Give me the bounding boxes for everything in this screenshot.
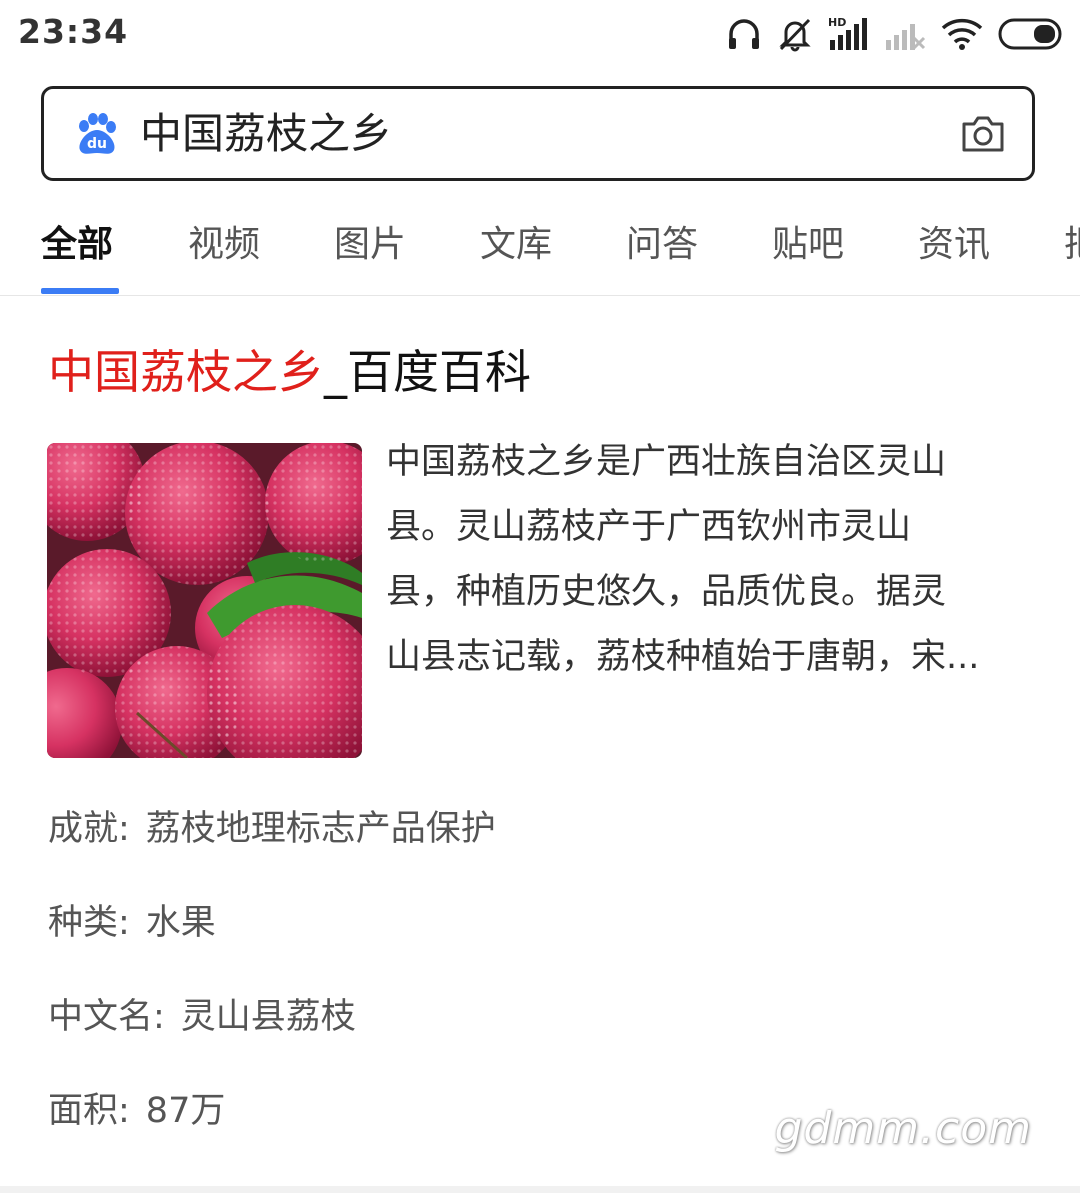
tab-news[interactable]: 资讯 (918, 222, 990, 268)
info-row-category: 种类: 水果 (48, 900, 216, 946)
summary-line: 县，种植历史悠久，品质优良。据灵 (386, 572, 947, 612)
result-title-link[interactable]: 中国荔枝之乡_百度百科 (48, 342, 531, 402)
camera-icon[interactable] (960, 114, 1006, 158)
tab-qa[interactable]: 问答 (626, 222, 698, 268)
section-divider (0, 1186, 1080, 1193)
watermark: gdmm.com (774, 1103, 1032, 1154)
tab-wenku[interactable]: 文库 (480, 222, 552, 268)
info-row-chinese-name: 中文名: 灵山县荔枝 (48, 994, 356, 1040)
weak-signal-icon (884, 16, 926, 52)
tab-bar: 全部 视频 图片 文库 问答 贴吧 资讯 把 (0, 200, 1080, 296)
summary-line: 中国荔枝之乡是广西壮族自治区灵山 (386, 442, 947, 482)
tab-all[interactable]: 全部 (41, 222, 113, 268)
summary-line: 县。灵山荔枝产于广西钦州市灵山 (386, 507, 912, 547)
info-label: 中文名: (48, 997, 165, 1037)
tab-more[interactable]: 把 (1064, 222, 1080, 268)
status-bar: 23:34 HD (0, 0, 1080, 70)
mute-icon (776, 16, 814, 52)
result-summary: 中国荔枝之乡是广西壮族自治区灵山 县。灵山荔枝产于广西钦州市灵山 县，种植历史悠… (386, 430, 1036, 690)
info-value: 水果 (145, 903, 216, 943)
tab-tieba[interactable]: 贴吧 (772, 222, 844, 268)
info-label: 成就: (48, 809, 130, 849)
baidu-paw-icon: du (74, 113, 120, 161)
result-title-highlight: 中国荔枝之乡 (48, 345, 324, 399)
status-icons: HD (726, 14, 1064, 54)
info-row-area: 面积: 87万 (48, 1088, 225, 1134)
lychee-thumbnail-image[interactable] (47, 443, 362, 758)
summary-line: 山县志记载，荔枝种植始于唐朝，宋... (386, 637, 980, 677)
active-tab-indicator (41, 288, 119, 294)
info-row-achievement: 成就: 荔枝地理标志产品保护 (48, 806, 496, 852)
wifi-icon (940, 16, 984, 52)
hd-signal-icon: HD (828, 16, 870, 52)
search-box[interactable]: du 中国荔枝之乡 (41, 86, 1035, 181)
battery-icon (998, 16, 1064, 52)
status-time: 23:34 (18, 12, 129, 51)
info-value: 87万 (145, 1091, 226, 1131)
tab-images[interactable]: 图片 (334, 222, 406, 268)
search-input[interactable]: 中国荔枝之乡 (140, 109, 392, 159)
headphones-icon (726, 16, 762, 52)
result-title-source: _百度百科 (324, 345, 531, 399)
baidu-logo-text: du (87, 136, 107, 152)
hd-label: HD (828, 16, 846, 29)
info-value: 荔枝地理标志产品保护 (145, 809, 496, 849)
info-label: 种类: (48, 903, 130, 943)
tab-video[interactable]: 视频 (188, 222, 260, 268)
info-value: 灵山县荔枝 (180, 997, 356, 1037)
info-label: 面积: (48, 1091, 130, 1131)
